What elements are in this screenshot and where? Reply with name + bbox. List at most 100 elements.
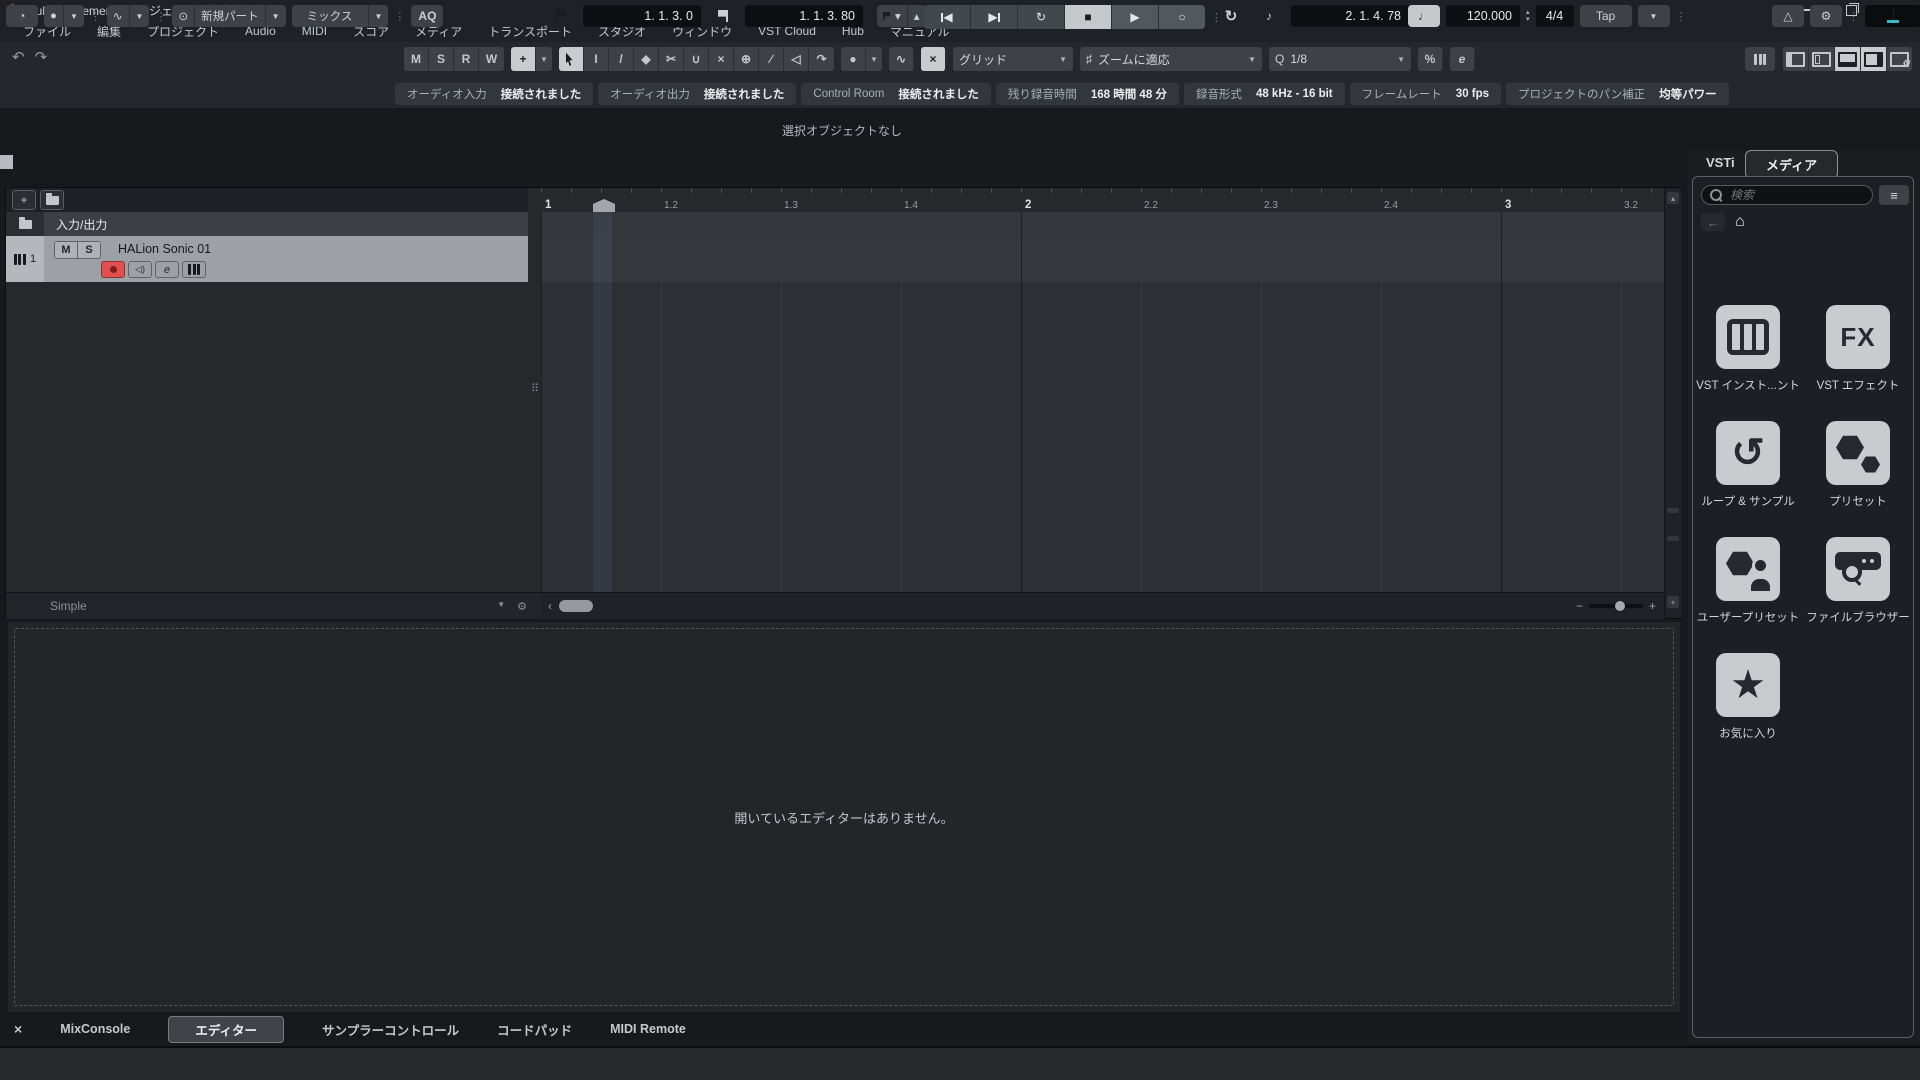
automation-curve-button[interactable]: ∿ [889,47,914,71]
zoom-tool[interactable]: ⊕ [734,47,759,71]
right-locator-display[interactable]: 1. 1. 3. 80 [745,5,863,27]
info-record-time[interactable]: 残り録音時間 168 時間 48 分 [995,83,1179,105]
tempo-spinner[interactable]: ▴ ▾ [1526,9,1530,23]
tile-vst-effects[interactable]: FX VST エフェクト [1806,305,1910,393]
event-display-area[interactable] [541,212,1664,592]
tab-media[interactable]: メディア [1745,150,1839,179]
zoom-slider-thumb[interactable] [1614,601,1625,611]
autoscroll-button[interactable]: + [511,47,536,71]
acoustic-feedback-button[interactable]: ● [841,47,866,71]
play-button[interactable]: ▶ [1112,5,1159,29]
draw-tool[interactable]: / [609,47,634,71]
zoom-preset-dot[interactable] [1667,536,1679,541]
divider-drag-handle[interactable]: ⠿ [529,373,541,403]
tab-chord-pads[interactable]: コードパッド [497,1020,572,1039]
audio-record-mode-select[interactable]: ∿ ▼ [106,5,150,27]
on-screen-keyboard-button[interactable] [1745,47,1775,71]
undo-button[interactable]: ↶ [12,48,25,66]
split-tool[interactable]: ✂ [659,47,684,71]
back-button[interactable]: ← [1701,213,1725,231]
scroll-left-button[interactable]: ‹ [543,599,557,613]
info-record-format[interactable]: 録音形式 48 kHz - 16 bit [1183,83,1345,105]
line-tool[interactable]: ∕ [759,47,784,71]
iterative-quantize-button[interactable]: % [1418,47,1443,71]
inspector-toggle[interactable] [1809,47,1835,71]
tile-user-presets[interactable]: ユーザープリセット [1696,537,1800,625]
erase-tool[interactable]: ◆ [634,47,659,71]
quantize-panel-button[interactable]: e [1450,47,1475,71]
tile-file-browser[interactable]: ファイルブラウザー [1806,537,1910,625]
vertical-zoom-in-button[interactable]: + [1667,596,1679,608]
tempo-display[interactable]: 120.000 [1446,5,1520,27]
zoom-slider[interactable] [1588,601,1643,611]
tile-loops-samples[interactable]: ↺ ループ & サンプル [1696,421,1800,509]
range-selection-tool[interactable]: I [584,47,609,71]
lower-zone-toggle[interactable] [1835,47,1861,71]
tap-tempo-button[interactable]: Tap [1579,5,1632,27]
add-track-button[interactable]: + [12,190,36,210]
solo-all-button[interactable]: S [429,47,454,71]
home-button[interactable]: ⌂ [1735,213,1745,231]
info-pan-law[interactable]: プロジェクトのパン補正 均等パワー [1506,83,1729,105]
preset-dropdown[interactable]: ▼ [497,600,505,613]
tab-midi-remote[interactable]: MIDI Remote [610,1022,686,1036]
cycle-button[interactable]: ↻ [1018,5,1065,29]
record-button[interactable]: ○ [1159,5,1205,29]
tab-sampler-control[interactable]: サンプラーコントロール [322,1020,459,1039]
color-tool[interactable]: ↷ [809,47,834,71]
goto-end-button[interactable]: ▶ [971,5,1018,29]
feedback-dropdown[interactable]: ▼ [866,47,882,71]
play-tool[interactable]: ◁ [784,47,809,71]
close-lower-zone-button[interactable]: × [14,1021,22,1037]
primary-time-display[interactable]: 2. 1. 4. 78 [1291,5,1409,27]
snap-on-off-button[interactable]: × [921,47,946,71]
transport-settings-button[interactable]: ⚙ [1810,5,1842,27]
timeline-ruler[interactable]: 1 1.2 1.3 1.4 2 2.2 2.3 2.4 3 3.2 [541,188,1664,213]
results-list-button[interactable]: ≡ [1879,185,1909,205]
track-solo-button[interactable]: S [78,242,100,258]
snap-type-select[interactable]: グリッド ▼ [953,47,1073,71]
horizontal-scroll-thumb[interactable] [559,600,593,612]
info-audio-output[interactable]: オーディオ出力 接続されました [598,83,797,105]
tab-vsti[interactable]: VSTi [1706,155,1735,170]
autoscroll-dropdown[interactable]: ▼ [536,47,552,71]
open-instrument-button[interactable] [182,261,206,278]
zoom-preset-dot[interactable] [1667,508,1679,513]
project-cursor-handle[interactable] [593,199,615,212]
goto-right-locator-button[interactable] [707,5,739,27]
scroll-up-button[interactable]: ▴ [1667,192,1679,204]
midi-record-mode-select[interactable]: ⊙ 新規パート ▼ [172,5,286,27]
instrument-track[interactable]: 1 M S HALion Sonic 01 ◁) e [6,236,528,282]
info-control-room[interactable]: Control Room 接続されました [801,83,991,105]
vertical-scrollbar[interactable]: ▴ + [1664,188,1681,618]
goto-left-locator-button[interactable] [545,5,577,27]
tile-favorites[interactable]: ★ お気に入り [1696,653,1800,741]
io-folder-track[interactable]: 入力/出力 [6,212,528,236]
zoom-out-button[interactable]: − [1576,599,1583,613]
mute-all-button[interactable]: M [404,47,429,71]
window-layout-setup-button[interactable]: ⚙ [1887,47,1912,71]
stop-button[interactable]: ■ [1065,5,1112,29]
zoom-in-button[interactable]: + [1649,599,1656,613]
object-selection-tool[interactable] [559,47,584,71]
horizontal-scrollbar[interactable]: ‹ − + [541,592,1664,619]
time-format-icon[interactable]: ♪ [1253,5,1285,27]
goto-start-button[interactable]: ◀ [924,5,971,29]
quantize-select[interactable]: Q 1/8 ▼ [1269,47,1411,71]
edit-instrument-button[interactable]: e [155,261,179,278]
tab-editor[interactable]: エディター [168,1015,284,1043]
search-box[interactable] [1701,185,1873,205]
record-mode-select[interactable]: ● ▼ [44,5,84,27]
redo-button[interactable]: ↷ [35,48,48,66]
tile-vst-instruments[interactable]: VST インスト...ント [1696,305,1800,393]
info-audio-input[interactable]: オーディオ入力 接続されました [395,83,594,105]
tempo-dropdown[interactable]: ▼ [1637,5,1670,27]
info-frame-rate[interactable]: フレームレート 30 fps [1349,83,1502,105]
glue-tool[interactable]: ∪ [684,47,709,71]
write-automation-button[interactable]: W [479,47,504,71]
auto-quantize-button[interactable]: AQ [411,5,444,27]
grid-type-select[interactable]: ♯ ズームに適応 ▼ [1080,47,1262,71]
preset-gear-icon[interactable]: ⚙ [517,600,527,613]
left-zone-toggle[interactable] [1783,47,1809,71]
track-mute-button[interactable]: M [55,242,78,258]
